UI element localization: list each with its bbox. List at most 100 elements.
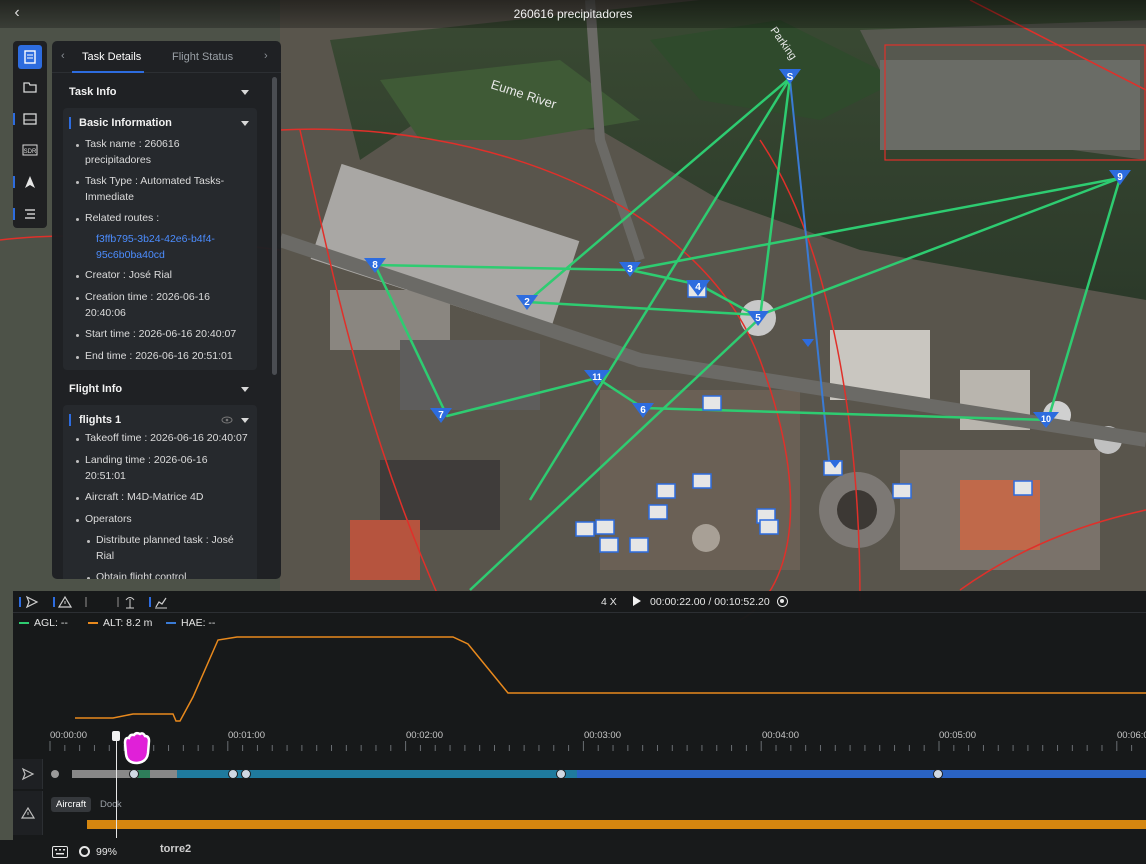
layers-tool-button[interactable]: [18, 202, 42, 226]
media-icon: [23, 113, 37, 125]
track-event[interactable]: [556, 769, 566, 779]
parking-label: Parking: [768, 25, 799, 62]
tab-task-details[interactable]: Task Details: [82, 51, 141, 63]
creation-time-text: Creation time : 2026-06-16: [85, 291, 210, 303]
basic-information-collapse-button[interactable]: [241, 121, 249, 126]
keyboard-icon[interactable]: [52, 846, 68, 858]
record-button[interactable]: [777, 596, 788, 607]
altitude-chart[interactable]: [13, 627, 1146, 727]
operator-entry-text-cont: Rial: [96, 549, 115, 562]
navigation-tool-button[interactable]: [18, 170, 42, 194]
svg-text:7: 7: [438, 410, 444, 421]
operator-entry-2: Obtain flight control: [87, 570, 254, 579]
task-details-tool-button[interactable]: [18, 45, 42, 69]
navigation-icon: [25, 176, 35, 188]
folder-tool-button[interactable]: [18, 75, 42, 99]
map-place-label: torre2: [160, 843, 192, 855]
waypoint-3[interactable]: 3: [619, 262, 641, 277]
track-side-flight: [13, 759, 43, 789]
task-name-text-cont: precipitadores: [85, 153, 151, 166]
tabs-next-button[interactable]: ›: [264, 50, 268, 62]
track-event[interactable]: [933, 769, 943, 779]
media-tool-button[interactable]: [18, 107, 42, 131]
flight-track[interactable]: [43, 759, 1146, 789]
aircraft-row: Aircraft : M4D-Matrice 4D: [76, 490, 255, 506]
send-icon: [21, 767, 35, 781]
eye-icon[interactable]: [221, 415, 233, 425]
flight-track-toggle[interactable]: [25, 595, 39, 609]
sdr-tool-button[interactable]: SDR: [18, 138, 42, 162]
operator-entry: Distribute planned task : José Rial: [87, 533, 254, 564]
svg-text:10: 10: [1041, 414, 1051, 424]
top-bar: ‹ 260616 precipitadores: [0, 0, 1146, 28]
creation-time-row: Creation time : 2026-06-16 20:40:06: [76, 290, 255, 321]
window-title: 260616 precipitadores: [513, 7, 633, 21]
track-segment-mission: [577, 770, 1146, 778]
layers-list-icon: [25, 209, 35, 219]
related-routes-row: Related routes :: [76, 211, 255, 227]
active-tab-indicator: [72, 71, 144, 73]
toolbar-indicator: [149, 597, 151, 607]
altitude-line: [75, 636, 1146, 722]
track-segment-preflight: [72, 770, 177, 778]
task-details-icon: [24, 50, 36, 64]
chart-toggle[interactable]: [154, 595, 168, 609]
tick-label: 00:01:00: [228, 730, 265, 741]
app-root: S 2 3 4 5 6 7 8 9 10 11 Eume River Parki…: [0, 0, 1146, 864]
card-accent: [69, 117, 71, 129]
task-name-text: Task name : 260616: [85, 138, 180, 150]
creator-row: Creator : José Rial: [76, 268, 255, 284]
track-event[interactable]: [129, 769, 139, 779]
svg-text:8: 8: [372, 260, 378, 271]
svg-text:SDR: SDR: [24, 149, 37, 155]
tabs-prev-button[interactable]: ‹: [61, 50, 65, 62]
waypoint-9[interactable]: 9: [1109, 170, 1131, 185]
task-type-text: Task Type : Automated Tasks-: [85, 175, 225, 187]
flight-collapse-button[interactable]: [241, 418, 249, 423]
time-ruler[interactable]: 00:00:00 00:01:00 00:02:00 00:03:00 00:0…: [13, 727, 1146, 755]
svg-text:2: 2: [524, 297, 530, 308]
svg-text:3: 3: [627, 264, 633, 275]
task-info-collapse-button[interactable]: [241, 90, 249, 95]
waypoint-8[interactable]: 8: [364, 258, 386, 273]
waypoint-5[interactable]: 5: [747, 311, 769, 326]
waypoint-4[interactable]: 4: [686, 280, 710, 296]
rail-indicator-3: [13, 208, 15, 220]
river-label: Eume River: [489, 77, 559, 112]
subtab-dock[interactable]: Dock: [95, 797, 127, 812]
toolbar-indicator: [53, 597, 55, 607]
waypoint-7[interactable]: 7: [430, 408, 452, 423]
task-info-heading: Task Info: [69, 86, 117, 98]
tick-label: 00:02:00: [406, 730, 443, 741]
route-id-line-2[interactable]: 95c6b0ba40cd: [96, 248, 254, 264]
aircraft-status-bar[interactable]: [87, 820, 1146, 829]
basic-information-title: Basic Information: [79, 117, 172, 129]
end-time-row: End time : 2026-06-16 20:51:01: [76, 349, 255, 365]
route-id-link[interactable]: f3ffb795-3b24-42e6-b4f4- 95c6b0ba40cd: [96, 232, 254, 263]
track-event[interactable]: [228, 769, 238, 779]
time-separator: /: [708, 596, 712, 608]
waypoint-2[interactable]: 2: [516, 295, 538, 310]
card-accent: [69, 414, 71, 426]
subtab-aircraft[interactable]: Aircraft: [51, 797, 92, 812]
waypoint-10[interactable]: 10: [1033, 412, 1059, 428]
flight-title: flights 1: [79, 414, 122, 426]
flight-card: flights 1 Takeoff time : 2026-06-16 20:4…: [63, 405, 257, 579]
track-event[interactable]: [241, 769, 251, 779]
alerts-toggle[interactable]: [57, 595, 73, 609]
flight-info-collapse-button[interactable]: [241, 387, 249, 392]
route-id-line-1[interactable]: f3ffb795-3b24-42e6-b4f4-: [96, 232, 254, 248]
play-button[interactable]: [633, 596, 641, 606]
status-track: Aircraft Dock: [43, 791, 1146, 835]
waypoint-11[interactable]: 11: [584, 370, 610, 386]
task-type-text-cont: Immediate: [85, 190, 135, 203]
tab-flight-status[interactable]: Flight Status: [172, 51, 233, 63]
sensor-toggle[interactable]: [123, 595, 137, 609]
playback-speed[interactable]: 4 X: [601, 596, 617, 608]
waypoint-s[interactable]: S: [779, 69, 801, 84]
svg-text:6: 6: [640, 405, 646, 416]
ruler-ticks: [49, 741, 1133, 751]
waypoint-s-label: S: [787, 72, 794, 83]
panel-scrollbar[interactable]: [272, 77, 277, 375]
waypoint-6[interactable]: 6: [632, 403, 654, 418]
